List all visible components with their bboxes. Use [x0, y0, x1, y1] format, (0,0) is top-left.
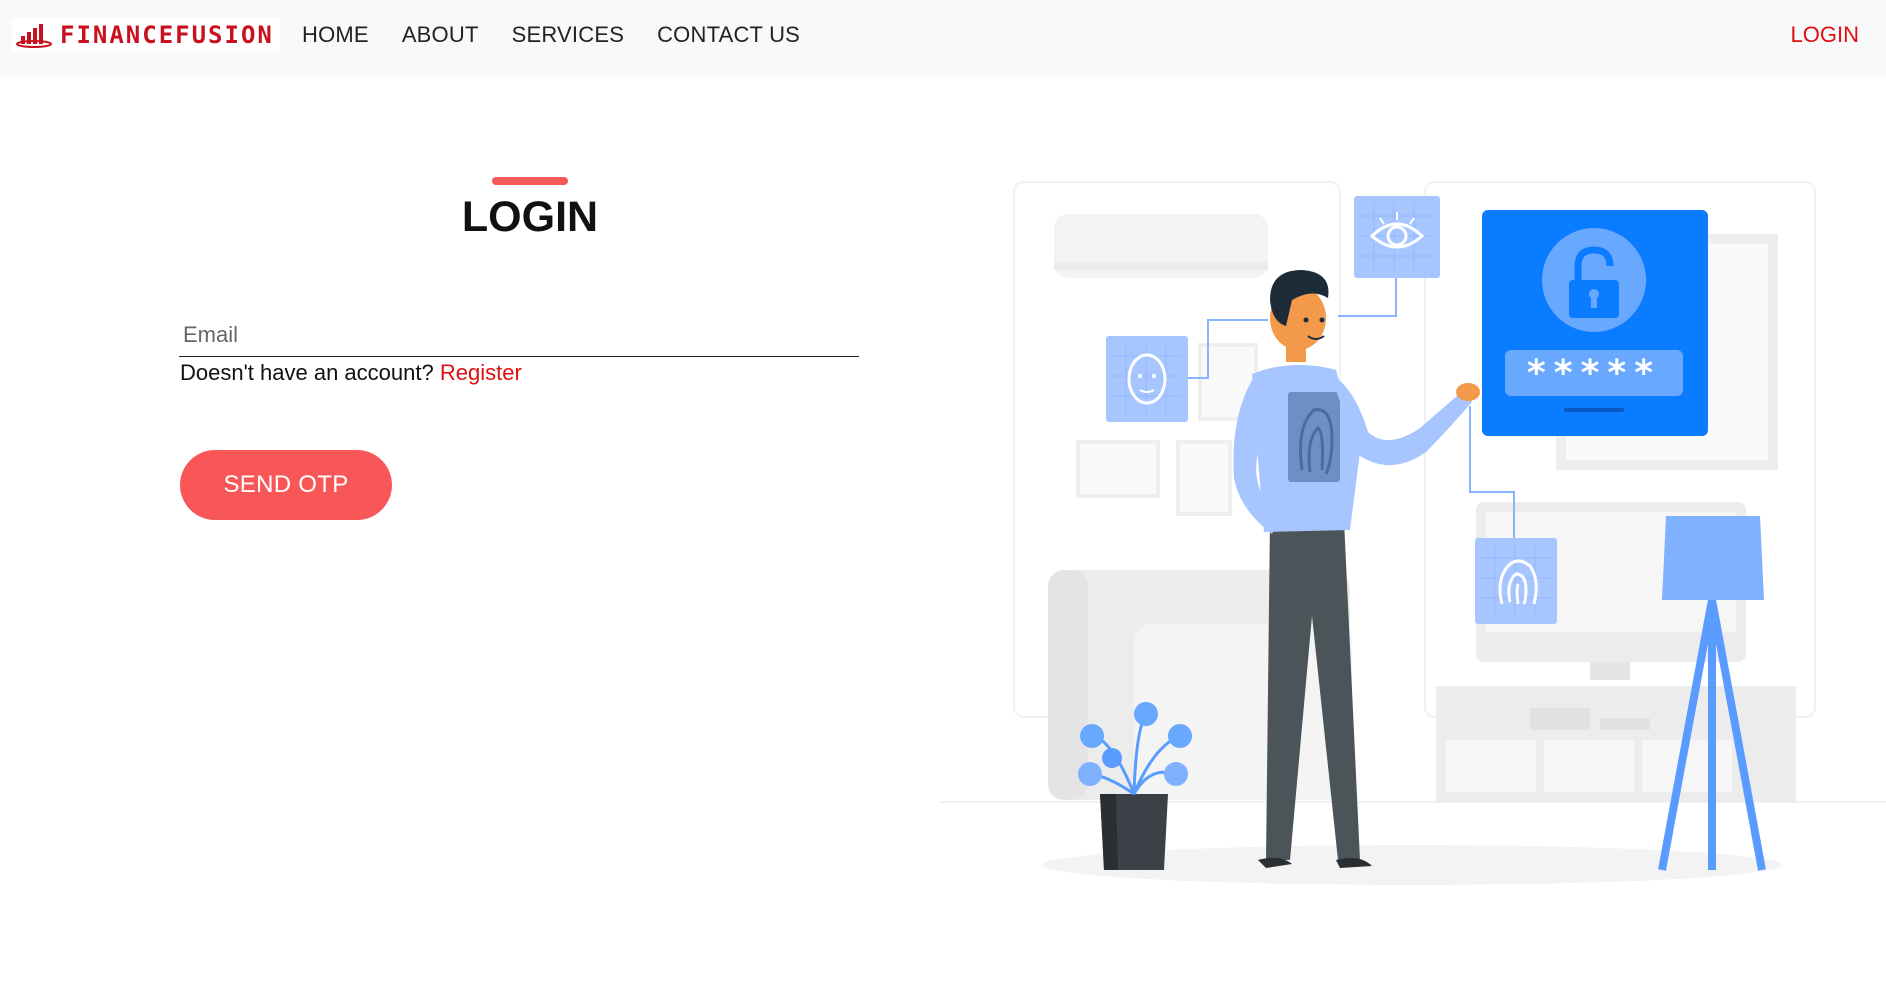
email-input[interactable]: [179, 318, 867, 352]
nav-about[interactable]: ABOUT: [402, 22, 479, 48]
send-otp-button[interactable]: SEND OTP: [180, 450, 392, 520]
email-field-wrapper: [179, 318, 867, 357]
password-mask: *****: [1527, 353, 1661, 394]
brand-name: FINANCEFUSION: [60, 21, 274, 49]
fingerprint-icon: [1475, 538, 1557, 624]
login-title: LOGIN: [461, 193, 599, 241]
password-panel: *****: [1482, 210, 1708, 436]
title-accent-bar: [492, 177, 568, 185]
top-navbar: FINANCEFUSION HOME ABOUT SERVICES CONTAC…: [0, 0, 1886, 76]
brand-logo[interactable]: FINANCEFUSION: [12, 18, 280, 52]
register-link[interactable]: Register: [440, 360, 522, 385]
face-id-icon: [1106, 336, 1188, 422]
nav-login[interactable]: LOGIN: [1791, 22, 1859, 48]
bar-chart-logo-icon: [16, 24, 52, 48]
nav-home[interactable]: HOME: [302, 22, 369, 48]
nav-links: HOME ABOUT SERVICES CONTACT US: [302, 22, 833, 48]
register-prompt: Doesn't have an account?: [180, 360, 434, 385]
nav-contact-us[interactable]: CONTACT US: [657, 22, 800, 48]
register-row: Doesn't have an account? Register: [180, 360, 522, 386]
security-illustration: *****: [940, 181, 1886, 885]
nav-services[interactable]: SERVICES: [512, 22, 624, 48]
eye-icon: [1354, 196, 1440, 278]
